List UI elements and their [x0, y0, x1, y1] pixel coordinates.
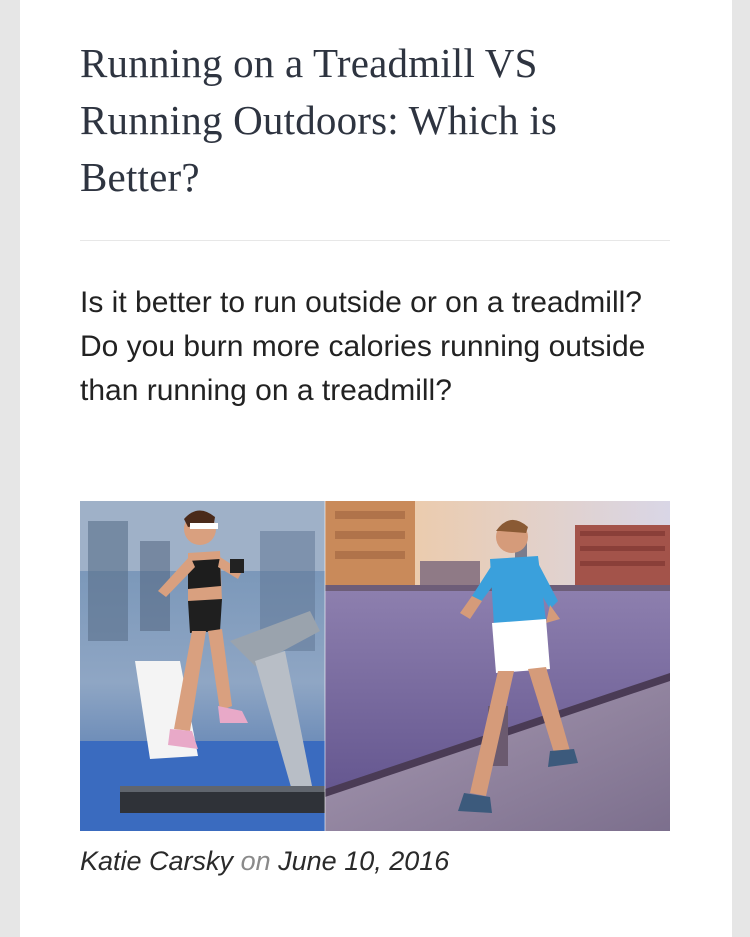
post-byline: Katie Carsky on June 10, 2016 — [80, 846, 449, 877]
featured-image[interactable] — [80, 501, 670, 831]
outdoor-photo-panel — [325, 501, 670, 831]
left-page-margin — [0, 0, 20, 937]
post-excerpt: Is it better to run outside or on a trea… — [80, 286, 646, 407]
byline-separator: on — [240, 846, 271, 876]
title-divider — [80, 240, 670, 241]
post-date[interactable]: June 10, 2016 — [278, 846, 449, 876]
right-page-margin — [732, 0, 750, 937]
author-link[interactable]: Katie Carsky — [80, 846, 233, 876]
article-card: Running on a Treadmill VS Running Outdoo… — [20, 0, 732, 937]
post-title[interactable]: Running on a Treadmill VS Running Outdoo… — [80, 35, 640, 206]
gym-photo-panel — [80, 501, 330, 831]
